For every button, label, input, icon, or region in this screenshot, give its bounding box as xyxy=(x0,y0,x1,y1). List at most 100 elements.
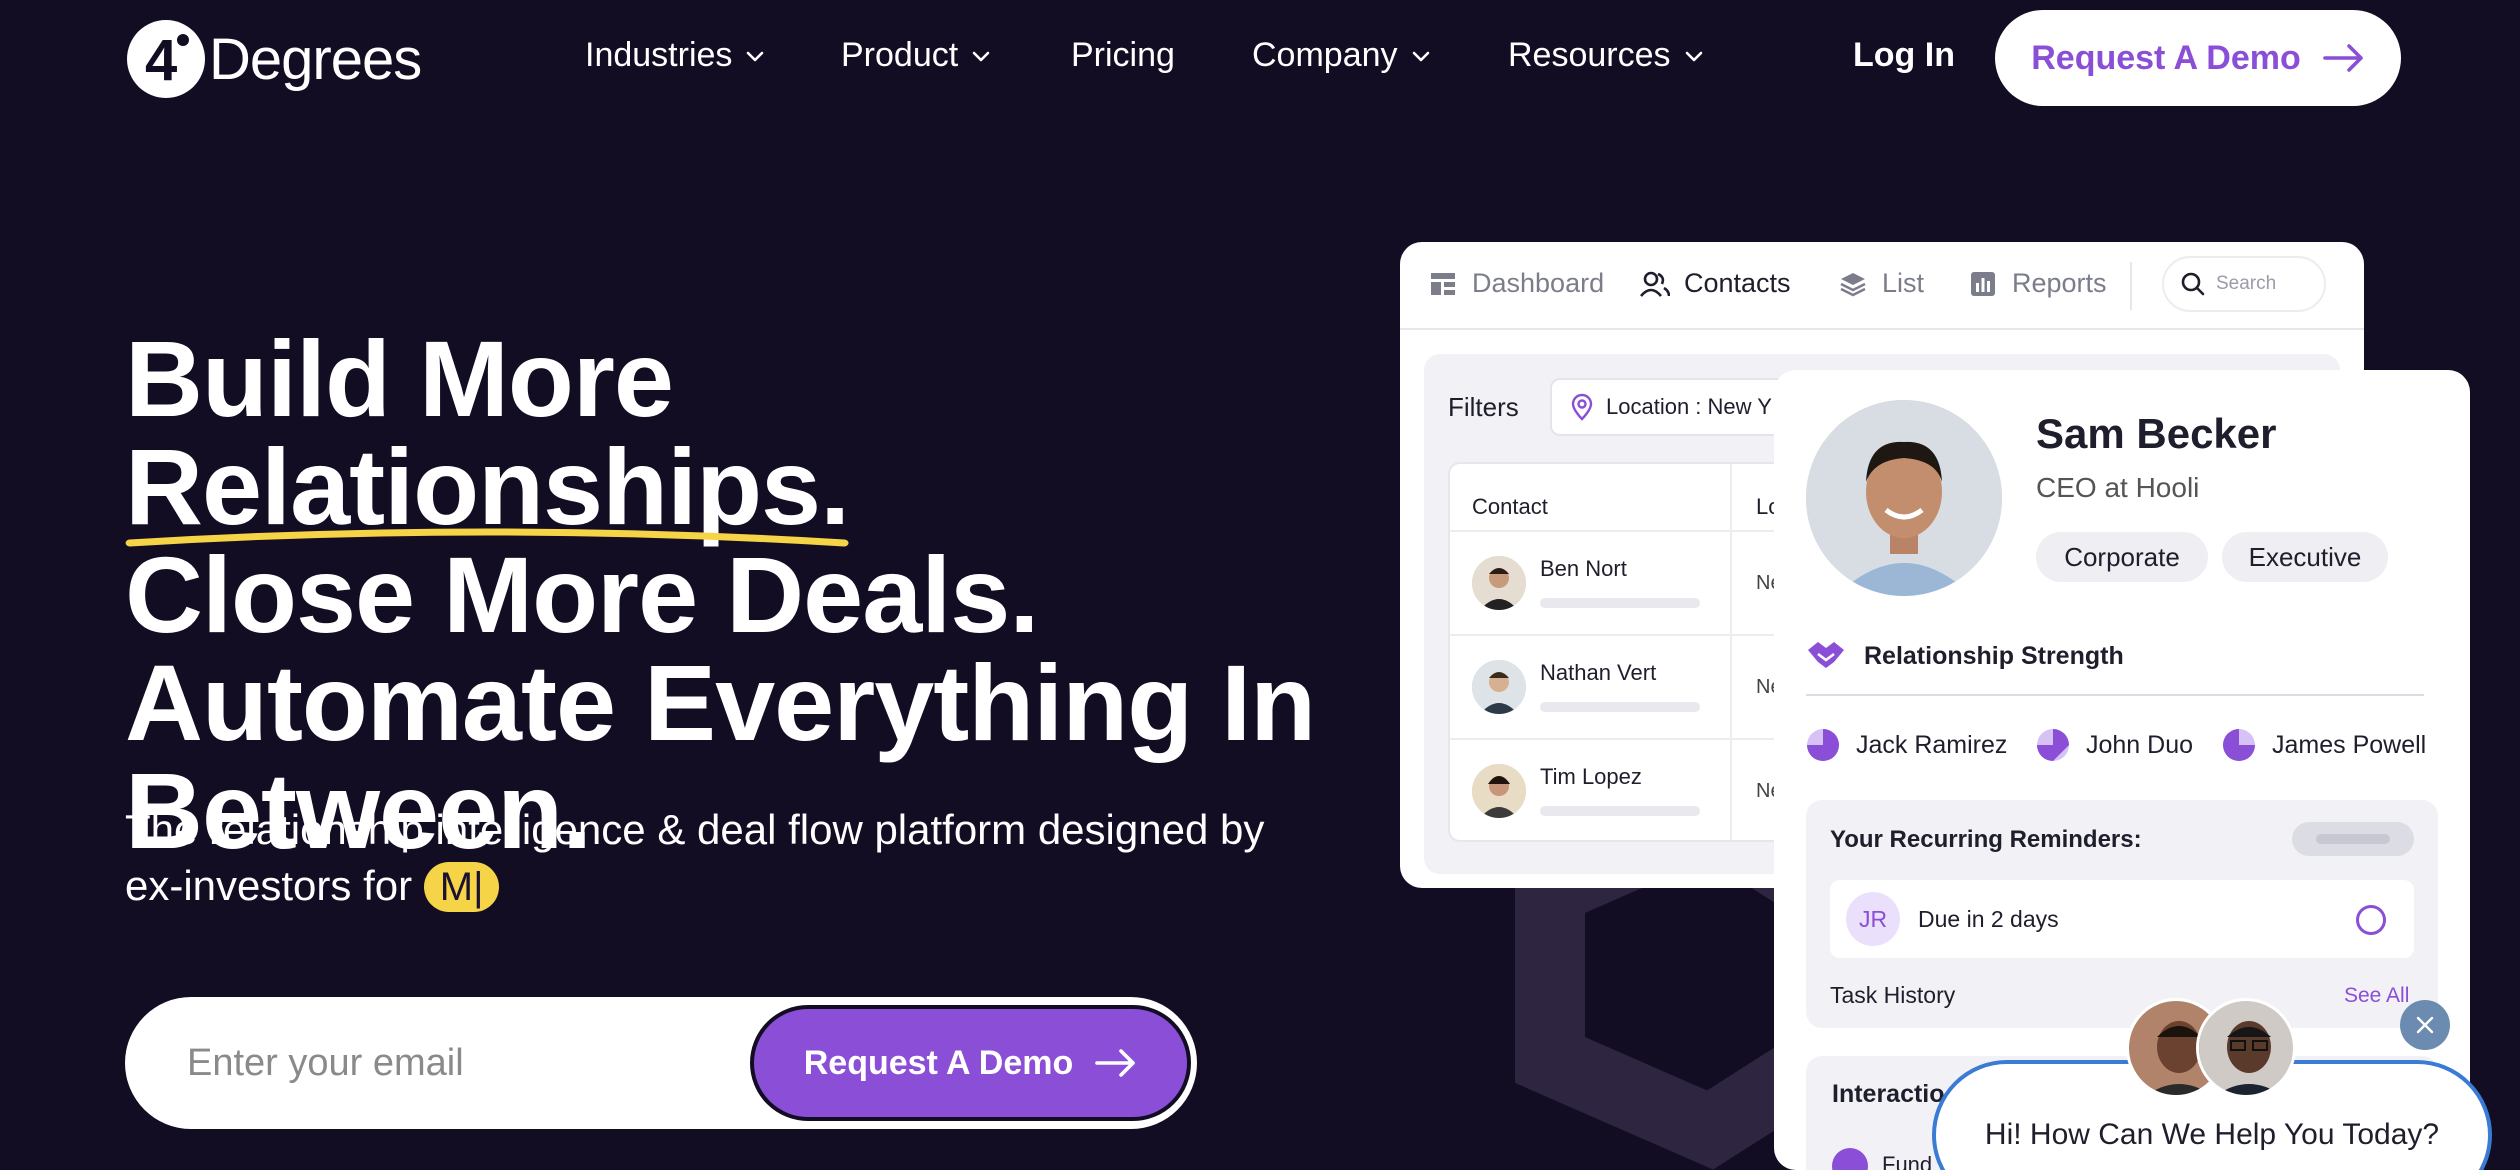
connection-item[interactable]: Jack Ramirez xyxy=(1806,728,2007,762)
tab-contacts-label: Contacts xyxy=(1684,268,1791,298)
relationship-strength-label: Relationship Strength xyxy=(1864,642,2124,670)
location-filter-label: Location : New Y xyxy=(1606,394,1772,419)
support-agent-avatar xyxy=(2196,998,2296,1098)
chevron-down-icon xyxy=(747,51,764,61)
chevron-down-icon xyxy=(1685,51,1702,61)
users-icon xyxy=(1640,271,1670,297)
reminder-complete-radio[interactable] xyxy=(2356,905,2386,935)
nav-company-label: Company xyxy=(1252,36,1398,74)
tab-list[interactable]: List xyxy=(1838,268,1924,299)
hero-headline: Build More Relationships. Close More Dea… xyxy=(125,325,1365,865)
tab-dashboard[interactable]: Dashboard xyxy=(1428,268,1604,299)
layers-icon xyxy=(1840,272,1866,296)
decorative-hexagon xyxy=(1515,860,1820,1170)
recurring-reminders-panel: Your Recurring Reminders: JR Due in 2 da… xyxy=(1806,800,2438,1028)
logo-mark-icon: 4 xyxy=(127,20,205,98)
reminder-avatar: JR xyxy=(1846,892,1900,946)
nav-industries-label: Industries xyxy=(585,36,733,74)
placeholder-bar xyxy=(1540,598,1700,608)
profile-avatar xyxy=(1806,400,2002,596)
request-demo-button[interactable]: Request A Demo xyxy=(1995,10,2401,106)
pie-indicator-icon xyxy=(1807,729,1839,761)
placeholder-bar xyxy=(1540,702,1700,712)
tab-reports[interactable]: Reports xyxy=(1968,268,2107,299)
column-header-contact: Contact xyxy=(1472,494,1548,519)
reminder-item[interactable]: JR Due in 2 days xyxy=(1830,880,2414,958)
tab-reports-label: Reports xyxy=(2012,268,2107,298)
connection-item[interactable]: John Duo xyxy=(2036,728,2193,762)
chat-close-button[interactable] xyxy=(2400,1000,2450,1050)
chevron-down-icon xyxy=(1412,51,1429,61)
interactions-title: Interactio xyxy=(1832,1080,1945,1108)
headline-line-1: Build More Relationships. xyxy=(125,325,1365,547)
connection-name: James Powell xyxy=(2272,730,2427,759)
map-pin-icon xyxy=(1571,393,1593,421)
logo-text: Degrees xyxy=(209,26,422,92)
pie-indicator-icon xyxy=(2037,729,2069,761)
divider xyxy=(1806,694,2424,696)
placeholder-bar xyxy=(1540,806,1700,816)
contact-name: Tim Lopez xyxy=(1540,764,1642,789)
top-navigation: 4 Degrees Industries Product Pricing Com… xyxy=(0,0,2520,118)
brand-logo[interactable]: 4 Degrees xyxy=(125,18,422,100)
search-input[interactable]: Search xyxy=(2162,256,2326,312)
tag-executive[interactable]: Executive xyxy=(2222,532,2388,582)
nav-product-label: Product xyxy=(841,36,959,74)
login-link[interactable]: Log In xyxy=(1853,36,1955,75)
nav-pricing-label: Pricing xyxy=(1071,36,1175,74)
chat-message: Hi! How Can We Help You Today? xyxy=(1984,1118,2440,1151)
interaction-icon xyxy=(1832,1148,1868,1170)
nav-company[interactable]: Company xyxy=(1252,36,1432,75)
nav-resources-label: Resources xyxy=(1508,36,1671,74)
contact-name: Ben Nort xyxy=(1540,556,1627,581)
tab-divider xyxy=(2130,262,2132,310)
profile-title: CEO at Hooli xyxy=(2036,472,2200,503)
request-demo-label: Request A Demo xyxy=(2031,38,2301,77)
hero-subtitle-text: The relationship intelligence & deal flo… xyxy=(125,806,1265,909)
arrow-right-icon xyxy=(1095,1049,1136,1077)
hero-subtitle: The relationship intelligence & deal flo… xyxy=(125,802,1325,914)
bar-chart-icon xyxy=(1971,271,1995,296)
email-signup-form: Request A Demo xyxy=(125,997,1197,1129)
avatar xyxy=(1472,764,1526,818)
interaction-item: Fund xyxy=(1882,1152,1933,1170)
form-request-demo-button[interactable]: Request A Demo xyxy=(750,1005,1191,1121)
app-tabs: Dashboard Contacts List Reports Search xyxy=(1400,242,2364,330)
tab-list-label: List xyxy=(1882,268,1925,298)
headline-line-3: Automate Everything In xyxy=(125,642,1316,763)
nav-industries[interactable]: Industries xyxy=(585,36,766,75)
chevron-down-icon xyxy=(972,51,990,61)
search-placeholder: Search xyxy=(2216,273,2277,294)
tag-corporate[interactable]: Corporate xyxy=(2036,532,2208,582)
connection-name: Jack Ramirez xyxy=(1856,730,2008,759)
profile-card: Sam Becker CEO at Hooli Corporate Execut… xyxy=(1774,370,2470,1170)
nav-product[interactable]: Product xyxy=(841,36,992,75)
headline-underlined-word: Relationships. xyxy=(125,433,850,547)
avatar xyxy=(1472,660,1526,714)
email-input[interactable] xyxy=(187,1031,787,1095)
close-icon xyxy=(2416,1016,2434,1034)
typed-highlight: M| xyxy=(423,862,500,912)
headline-line-1-a: Build More xyxy=(125,318,674,439)
underline-swoosh xyxy=(125,528,849,547)
reminders-title: Your Recurring Reminders: xyxy=(1830,826,2142,853)
task-history-label: Task History xyxy=(1830,982,1956,1008)
contact-name: Nathan Vert xyxy=(1540,660,1657,685)
headline-line-2: Close More Deals. xyxy=(125,534,1039,655)
profile-name: Sam Becker xyxy=(2036,410,2277,457)
connection-name: John Duo xyxy=(2086,730,2194,759)
tab-contacts[interactable]: Contacts xyxy=(1640,268,1791,299)
filters-label: Filters xyxy=(1448,392,1519,422)
avatar xyxy=(1472,556,1526,610)
nav-resources[interactable]: Resources xyxy=(1508,36,1705,75)
grid-icon xyxy=(1431,272,1455,295)
form-request-demo-label: Request A Demo xyxy=(803,1043,1074,1082)
reminder-due: Due in 2 days xyxy=(1918,906,2059,932)
nav-pricing[interactable]: Pricing xyxy=(1071,36,1175,75)
arrow-right-icon xyxy=(2322,44,2363,72)
svg-text:4: 4 xyxy=(145,28,177,93)
connection-item[interactable]: James Powell xyxy=(2222,728,2426,762)
search-icon xyxy=(2181,272,2205,296)
see-all-link[interactable]: See All xyxy=(2344,984,2409,1008)
placeholder-pill xyxy=(2292,822,2414,856)
